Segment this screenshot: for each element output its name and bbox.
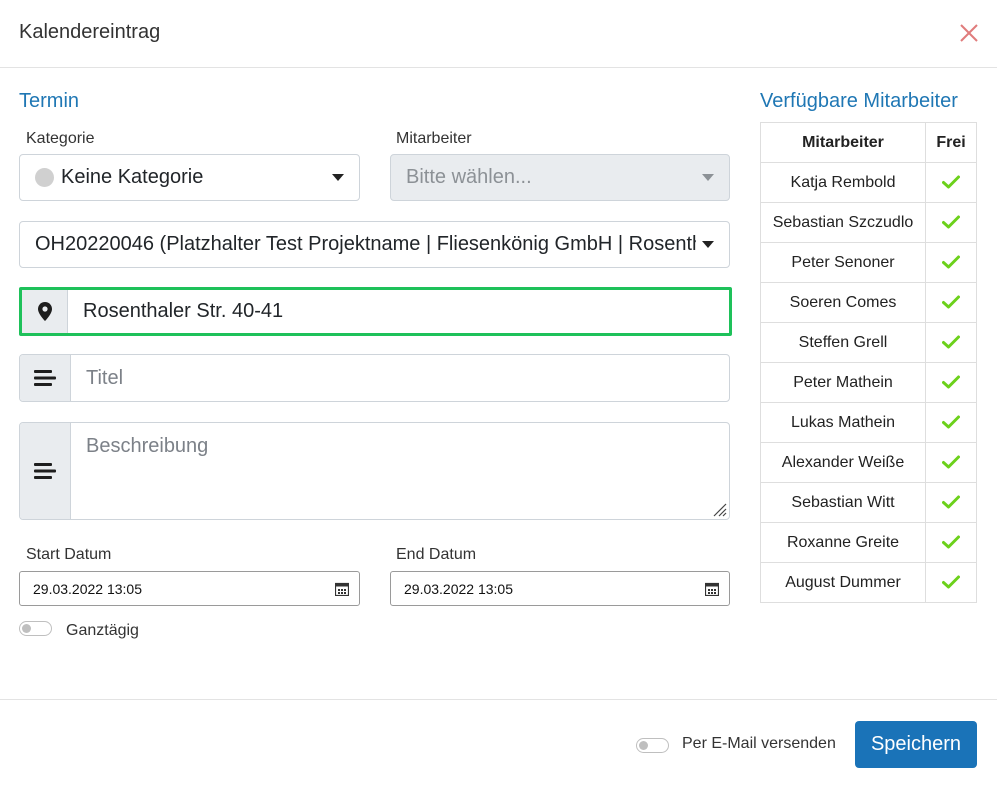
table-header-row: Mitarbeiter Frei: [760, 122, 977, 163]
align-left-icon: [34, 463, 56, 479]
close-icon: [960, 24, 978, 42]
email-toggle[interactable]: [636, 738, 669, 753]
mitarbeiter-name: Peter Mathein: [760, 362, 926, 403]
table-row: Alexander Weiße: [760, 442, 977, 483]
ganztaegig-toggle[interactable]: [19, 621, 52, 636]
mitarbeiter-name: Peter Senoner: [760, 242, 926, 283]
chevron-down-icon: [332, 174, 344, 181]
ort-input-group[interactable]: Rosenthaler Str. 40-41: [19, 287, 732, 336]
verfuegbar-section-title: Verfügbare Mitarbeiter: [760, 90, 958, 112]
save-button[interactable]: Speichern: [855, 721, 977, 768]
calendar-icon[interactable]: [335, 582, 349, 596]
titel-input[interactable]: Titel: [71, 355, 729, 401]
table-row: Peter Senoner: [760, 242, 977, 283]
kategorie-select[interactable]: Keine Kategorie: [19, 154, 360, 201]
frei-cell: [925, 282, 977, 323]
ort-input[interactable]: Rosenthaler Str. 40-41: [68, 290, 729, 333]
titel-input-group[interactable]: Titel: [19, 354, 730, 402]
mitarbeiter-name: Lukas Mathein: [760, 402, 926, 443]
check-icon: [942, 215, 960, 229]
align-left-icon: [34, 370, 56, 386]
mitarbeiter-name: Sebastian Szczudlo: [760, 202, 926, 243]
mitarbeiter-name: Roxanne Greite: [760, 522, 926, 563]
frei-cell: [925, 322, 977, 363]
verfuegbar-table: Mitarbeiter Frei Katja Rembold Sebastian …: [760, 122, 977, 603]
end-datum-value: 29.03.2022 13:05: [404, 580, 513, 597]
table-row: Soeren Comes: [760, 282, 977, 323]
kategorie-label: Kategorie: [26, 130, 95, 147]
mitarbeiter-name: Sebastian Witt: [760, 482, 926, 523]
mitarbeiter-name: Katja Rembold: [760, 162, 926, 203]
toggle-knob: [639, 741, 648, 750]
category-color-dot: [35, 168, 54, 187]
mitarbeiter-placeholder: Bitte wählen...: [406, 166, 532, 188]
check-icon: [942, 575, 960, 589]
end-datum-label: End Datum: [396, 546, 477, 563]
frei-cell: [925, 562, 977, 603]
check-icon: [942, 495, 960, 509]
resize-handle-icon[interactable]: [711, 501, 727, 517]
end-datum-input[interactable]: 29.03.2022 13:05: [390, 571, 730, 606]
frei-cell: [925, 402, 977, 443]
table-row: Steffen Grell: [760, 322, 977, 363]
verfuegbar-table-body: Katja Rembold Sebastian Szczudlo Peter Sen…: [760, 162, 977, 603]
start-datum-label: Start Datum: [26, 546, 112, 563]
mitarbeiter-name: Soeren Comes: [760, 282, 926, 323]
col-frei-header: Frei: [925, 122, 977, 163]
close-button[interactable]: [956, 20, 982, 46]
frei-cell: [925, 482, 977, 523]
check-icon: [942, 375, 960, 389]
col-mitarbeiter-header: Mitarbeiter: [760, 122, 926, 163]
kategorie-value: Keine Kategorie: [61, 166, 204, 188]
projekt-value: OH20220046 (Platzhalter Test Projektname…: [35, 233, 696, 255]
check-icon: [942, 455, 960, 469]
start-datum-input[interactable]: 29.03.2022 13:05: [19, 571, 360, 606]
mitarbeiter-name: Alexander Weiße: [760, 442, 926, 483]
table-row: Sebastian Szczudlo: [760, 202, 977, 243]
table-row: Roxanne Greite: [760, 522, 977, 563]
modal-title: Kalendereintrag: [19, 21, 161, 43]
mitarbeiter-label: Mitarbeiter: [396, 130, 472, 147]
beschreibung-input-group[interactable]: Beschreibung: [19, 422, 730, 520]
table-row: Lukas Mathein: [760, 402, 977, 443]
frei-cell: [925, 442, 977, 483]
ort-addon: [22, 290, 68, 333]
modal-header: Kalendereintrag: [0, 0, 997, 68]
frei-cell: [925, 202, 977, 243]
beschreibung-addon: [20, 423, 71, 519]
mitarbeiter-name: August Dummer: [760, 562, 926, 603]
projekt-select[interactable]: OH20220046 (Platzhalter Test Projektname…: [19, 221, 730, 268]
termin-section-title: Termin: [19, 90, 80, 112]
check-icon: [942, 295, 960, 309]
check-icon: [942, 335, 960, 349]
start-datum-value: 29.03.2022 13:05: [33, 580, 142, 597]
mitarbeiter-name: Steffen Grell: [760, 322, 926, 363]
ganztaegig-label: Ganztägig: [66, 622, 139, 639]
mitarbeiter-select[interactable]: Bitte wählen...: [390, 154, 730, 201]
table-row: Peter Mathein: [760, 362, 977, 403]
table-row: Katja Rembold: [760, 162, 977, 203]
check-icon: [942, 535, 960, 549]
frei-cell: [925, 522, 977, 563]
toggle-knob: [22, 624, 31, 633]
check-icon: [942, 175, 960, 189]
frei-cell: [925, 162, 977, 203]
chevron-down-icon: [702, 241, 714, 248]
table-row: Sebastian Witt: [760, 482, 977, 523]
check-icon: [942, 255, 960, 269]
map-marker-icon: [37, 302, 52, 321]
beschreibung-placeholder: Beschreibung: [86, 435, 209, 457]
calendar-icon[interactable]: [705, 582, 719, 596]
check-icon: [942, 415, 960, 429]
table-row: August Dummer: [760, 562, 977, 603]
beschreibung-textarea[interactable]: Beschreibung: [71, 423, 729, 519]
modal-footer: Per E-Mail versenden Speichern: [0, 699, 997, 785]
frei-cell: [925, 242, 977, 283]
titel-addon: [20, 355, 71, 401]
chevron-down-icon: [702, 174, 714, 181]
email-label: Per E-Mail versenden: [682, 735, 836, 752]
frei-cell: [925, 362, 977, 403]
